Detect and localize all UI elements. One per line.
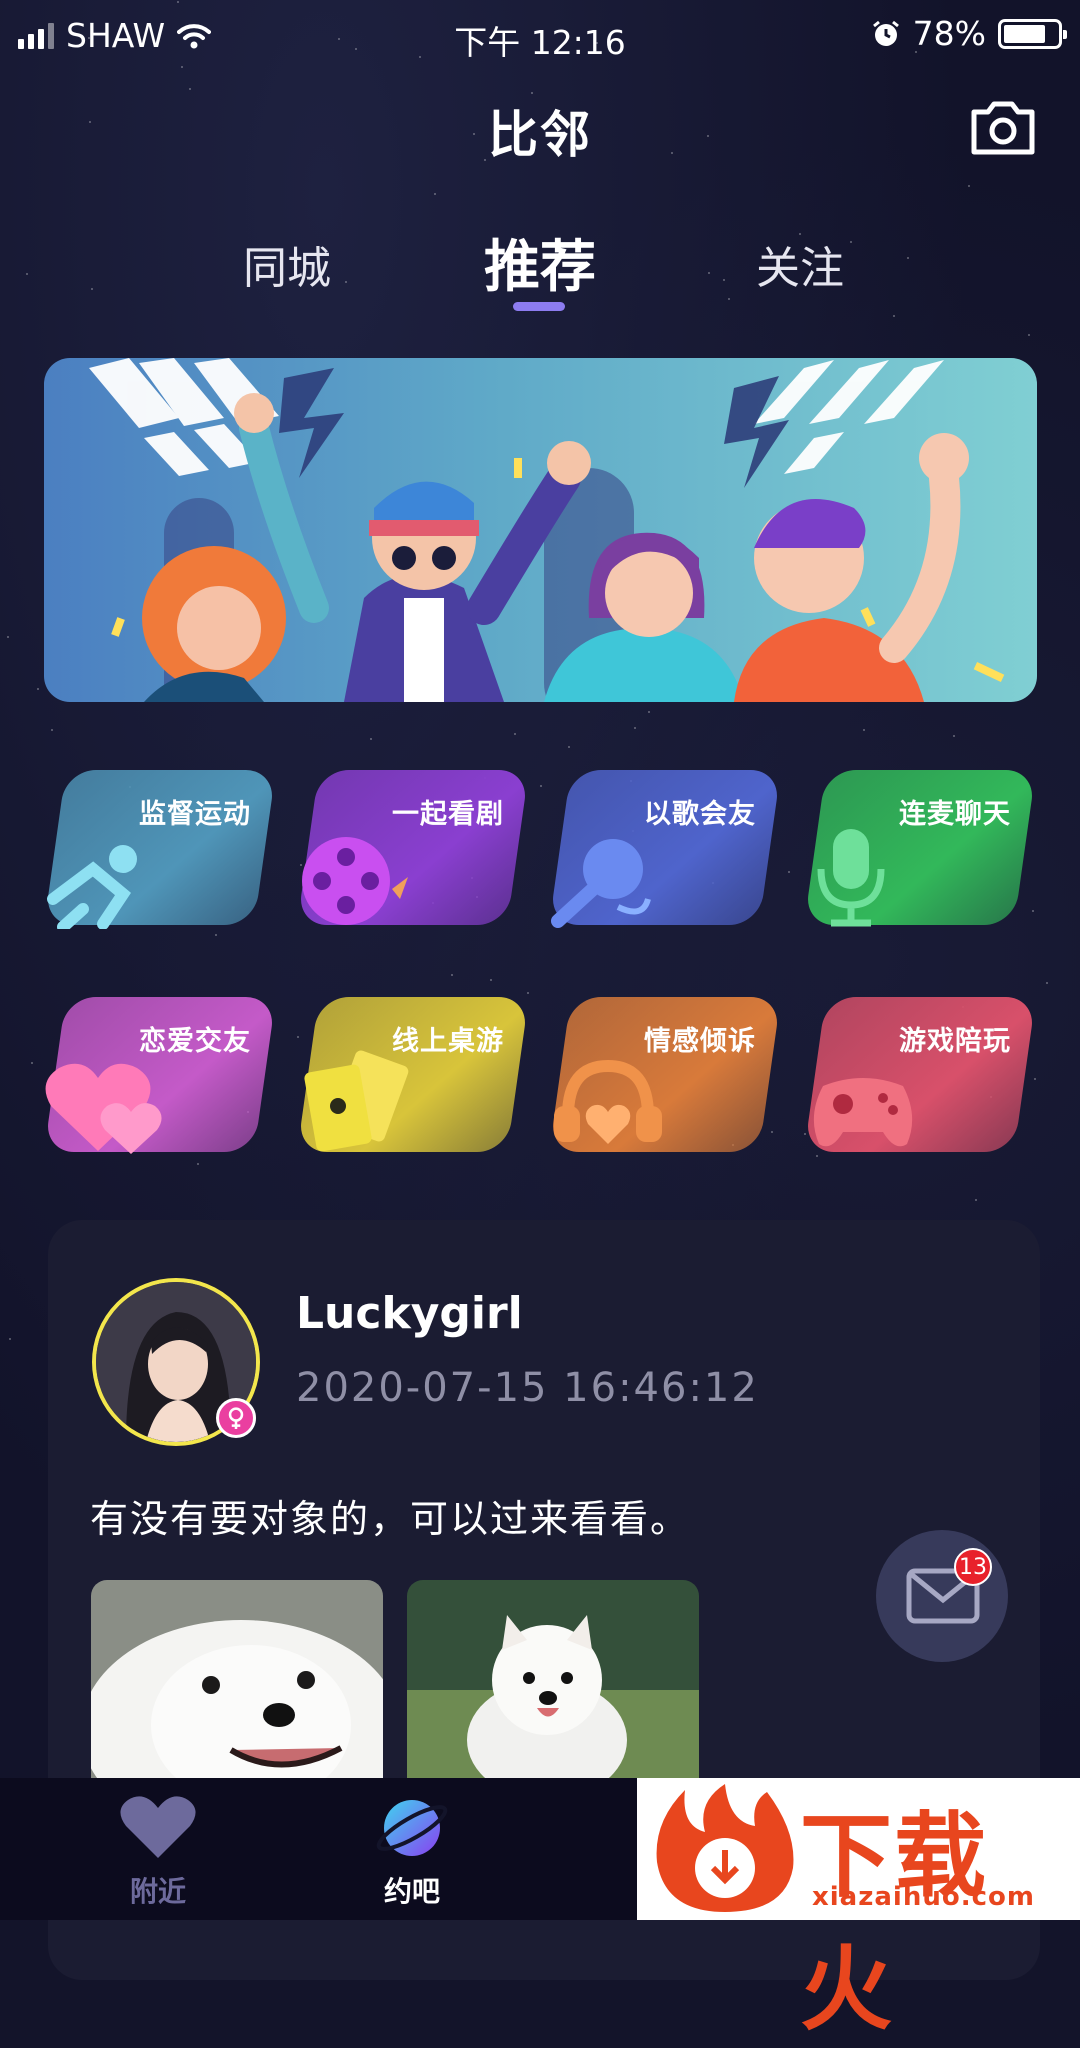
cards-icon — [296, 1046, 416, 1160]
microphone-icon — [548, 829, 658, 933]
tab-indicator — [513, 302, 565, 311]
category-tile[interactable]: 情感倾诉 — [549, 997, 781, 1152]
star — [197, 1163, 199, 1165]
watermark-text: 下载火 — [800, 1803, 989, 2043]
heart-icon — [120, 1796, 196, 1858]
category-tile[interactable]: 恋爱交友 — [44, 997, 276, 1154]
star — [434, 193, 436, 195]
star — [189, 88, 191, 90]
watermark-url: xiazaihuo.com — [812, 1882, 1035, 1912]
category-label: 以歌会友 — [644, 799, 756, 830]
category-label: 情感倾诉 — [644, 1026, 756, 1057]
star — [648, 711, 650, 713]
post-username[interactable]: Luckygirl — [296, 1288, 523, 1339]
star — [370, 738, 372, 740]
star — [1028, 334, 1030, 336]
post-timestamp: 2020-07-15 16:46:12 — [296, 1365, 759, 1411]
category-tile[interactable]: 游戏陪玩 — [804, 997, 1036, 1152]
tab-bar: 同城 推荐 关注 — [0, 222, 1080, 312]
star — [1034, 1078, 1036, 1080]
category-label: 线上桌游 — [392, 1026, 504, 1057]
category-tile[interactable]: 监督运动 — [44, 770, 276, 933]
star — [568, 746, 570, 748]
film-reel-icon — [296, 829, 416, 933]
category-tile[interactable]: 线上桌游 — [297, 997, 529, 1152]
category-tile[interactable]: 连麦聊天 — [804, 770, 1036, 927]
star — [968, 185, 970, 187]
status-bar: SHAW 下午 12:16 78% — [0, 0, 1080, 72]
nav-item-yueba[interactable]: 约吧 — [342, 1794, 482, 1910]
samoyed-dog-photo[interactable] — [91, 1580, 383, 1780]
star — [771, 1131, 773, 1133]
female-icon — [216, 1398, 256, 1438]
tab-follow[interactable]: 关注 — [756, 232, 844, 296]
star — [9, 1338, 11, 1340]
battery-percent: 78% — [912, 14, 986, 53]
star — [953, 735, 955, 737]
tab-recommend[interactable]: 推荐 — [484, 222, 596, 303]
star — [634, 727, 636, 729]
category-label: 恋爱交友 — [139, 1026, 251, 1057]
star — [37, 688, 39, 690]
star — [893, 315, 895, 317]
party-friends-illustration[interactable] — [44, 358, 1037, 702]
samoyed-puppy-photo[interactable] — [407, 1580, 699, 1780]
unread-badge: 13 — [954, 1548, 992, 1586]
category-label: 游戏陪玩 — [899, 1026, 1011, 1057]
star — [51, 729, 53, 731]
star — [540, 785, 542, 787]
planet-icon — [376, 1800, 448, 1856]
nav-item-nearby[interactable]: 附近 — [88, 1794, 228, 1910]
star — [490, 979, 492, 981]
star — [31, 1062, 33, 1064]
star — [451, 974, 453, 976]
star — [7, 636, 9, 638]
star — [531, 92, 533, 94]
gamepad-icon — [803, 1056, 923, 1160]
nav-label-yueba: 约吧 — [383, 1875, 440, 1908]
nav-label-nearby: 附近 — [129, 1875, 186, 1908]
star — [215, 934, 217, 936]
category-label: 连麦聊天 — [899, 799, 1011, 830]
star — [975, 1199, 977, 1201]
post-content: 有没有要对象的，可以过来看看。 — [90, 1497, 691, 1541]
star — [514, 733, 516, 735]
heart-headphones-icon — [548, 1046, 668, 1160]
star — [788, 871, 790, 873]
star — [527, 992, 529, 994]
star — [297, 1036, 299, 1038]
star — [1032, 910, 1034, 912]
messages-button[interactable] — [876, 1530, 1008, 1662]
camera-icon[interactable] — [968, 98, 1038, 158]
running-icon — [43, 839, 153, 933]
mic-stand-icon — [803, 819, 903, 933]
category-label: 监督运动 — [139, 799, 251, 830]
star — [1046, 982, 1048, 984]
category-label: 一起看剧 — [392, 799, 504, 830]
star — [863, 729, 865, 731]
tab-same-city[interactable]: 同城 — [243, 232, 331, 296]
battery-icon — [998, 18, 1067, 49]
category-tile[interactable]: 以歌会友 — [549, 770, 781, 928]
page-title: 比邻 — [488, 106, 592, 164]
hearts-icon — [43, 1046, 173, 1160]
alarm-icon — [872, 20, 899, 46]
category-tile[interactable]: 一起看剧 — [297, 770, 529, 925]
flame-logo-icon — [656, 1784, 794, 1912]
